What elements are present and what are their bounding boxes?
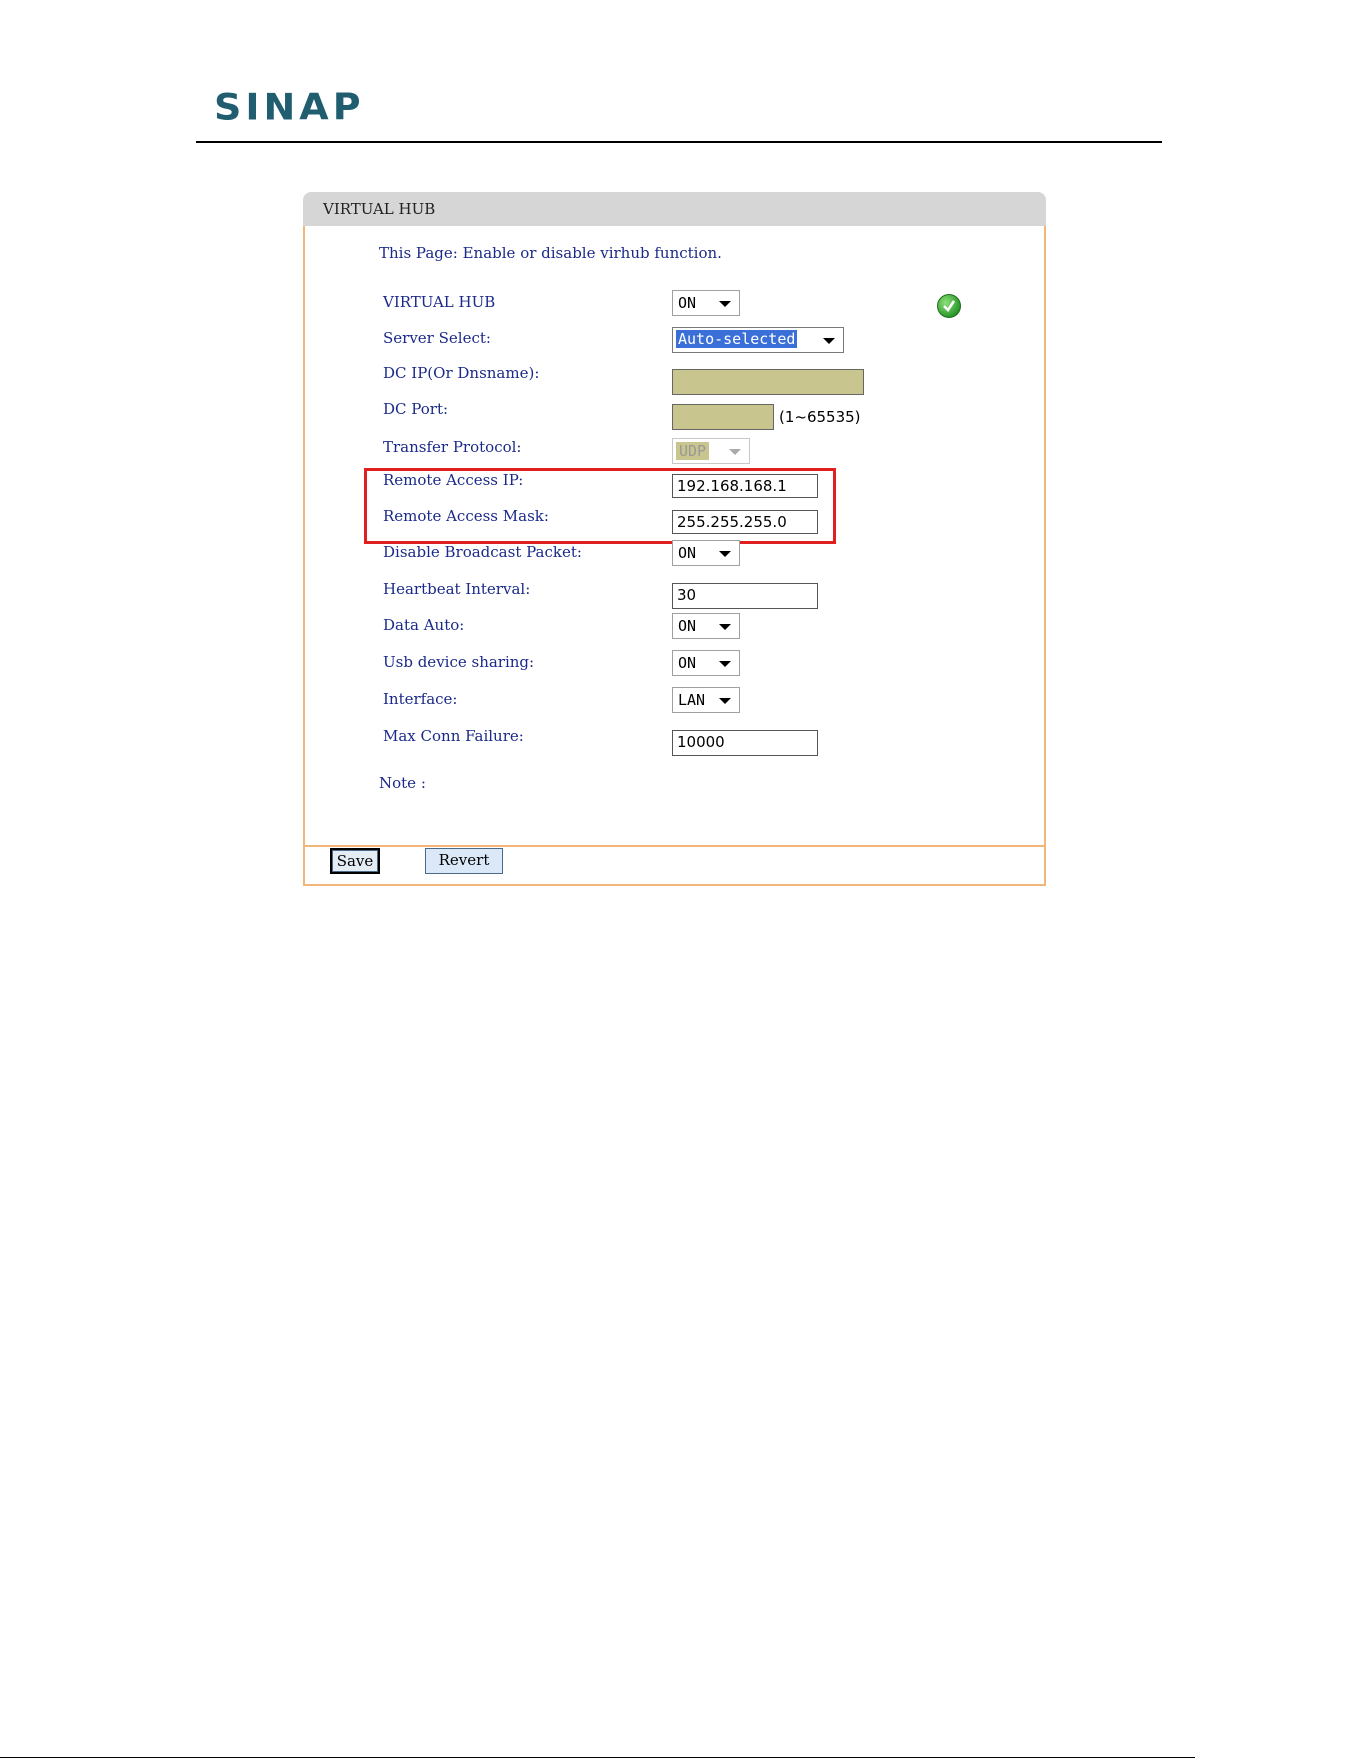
chevron-down-icon xyxy=(823,338,835,344)
dc-port-range-hint: (1~65535) xyxy=(779,408,861,426)
panel-title: VIRTUAL HUB xyxy=(323,200,436,218)
chevron-down-icon xyxy=(719,698,731,704)
disable-broadcast-label: Disable Broadcast Packet: xyxy=(383,543,582,561)
dc-port-label: DC Port: xyxy=(383,400,449,418)
page-description: This Page: Enable or disable virhub func… xyxy=(379,244,722,262)
revert-button[interactable]: Revert xyxy=(425,848,503,874)
dc-ip-label: DC IP(Or Dnsname): xyxy=(383,364,540,382)
transfer-protocol-value: UDP xyxy=(676,442,710,460)
max-conn-failure-label: Max Conn Failure: xyxy=(383,727,524,745)
server-select[interactable]: Auto-selected xyxy=(672,327,844,353)
disable-broadcast-value: ON xyxy=(678,544,697,562)
remote-access-ip-label: Remote Access IP: xyxy=(383,471,524,489)
note-label: Note : xyxy=(379,774,426,792)
interface-label: Interface: xyxy=(383,690,458,708)
page-bottom-rule xyxy=(0,1757,1195,1758)
dc-ip-input[interactable] xyxy=(672,369,864,395)
chevron-down-icon xyxy=(729,449,741,455)
interface-select[interactable]: LAN xyxy=(672,687,740,713)
header-divider xyxy=(196,141,1162,143)
panel-header: VIRTUAL HUB xyxy=(303,192,1046,226)
usb-sharing-select[interactable]: ON xyxy=(672,650,740,676)
remote-access-ip-input[interactable]: 192.168.168.1 xyxy=(672,474,818,498)
remote-access-mask-label: Remote Access Mask: xyxy=(383,507,549,525)
transfer-protocol-label: Transfer Protocol: xyxy=(383,438,522,456)
max-conn-failure-input[interactable]: 10000 xyxy=(672,730,818,756)
transfer-protocol-select[interactable]: UDP xyxy=(672,438,750,464)
footer-divider xyxy=(303,845,1046,847)
heartbeat-interval-input[interactable]: 30 xyxy=(672,583,818,609)
interface-value: LAN xyxy=(678,691,706,709)
data-auto-label: Data Auto: xyxy=(383,616,465,634)
sinap-logo: SINAP xyxy=(214,86,365,128)
chevron-down-icon xyxy=(719,661,731,667)
server-select-value: Auto-selected xyxy=(676,330,798,348)
disable-broadcast-select[interactable]: ON xyxy=(672,540,740,566)
check-icon xyxy=(937,294,961,318)
heartbeat-interval-label: Heartbeat Interval: xyxy=(383,580,531,598)
chevron-down-icon xyxy=(719,551,731,557)
virtual-hub-select[interactable]: ON xyxy=(672,290,740,316)
data-auto-value: ON xyxy=(678,617,697,635)
chevron-down-icon xyxy=(719,624,731,630)
remote-access-mask-input[interactable]: 255.255.255.0 xyxy=(672,510,818,534)
usb-sharing-label: Usb device sharing: xyxy=(383,653,535,671)
dc-port-input[interactable] xyxy=(672,404,774,430)
chevron-down-icon xyxy=(719,301,731,307)
save-button[interactable]: Save xyxy=(330,848,380,874)
usb-sharing-value: ON xyxy=(678,654,697,672)
data-auto-select[interactable]: ON xyxy=(672,613,740,639)
server-select-label: Server Select: xyxy=(383,329,491,347)
virtual-hub-label: VIRTUAL HUB xyxy=(383,293,496,311)
virtual-hub-panel: VIRTUAL HUB This Page: Enable or disable… xyxy=(303,192,1046,886)
virtual-hub-value: ON xyxy=(678,294,697,312)
